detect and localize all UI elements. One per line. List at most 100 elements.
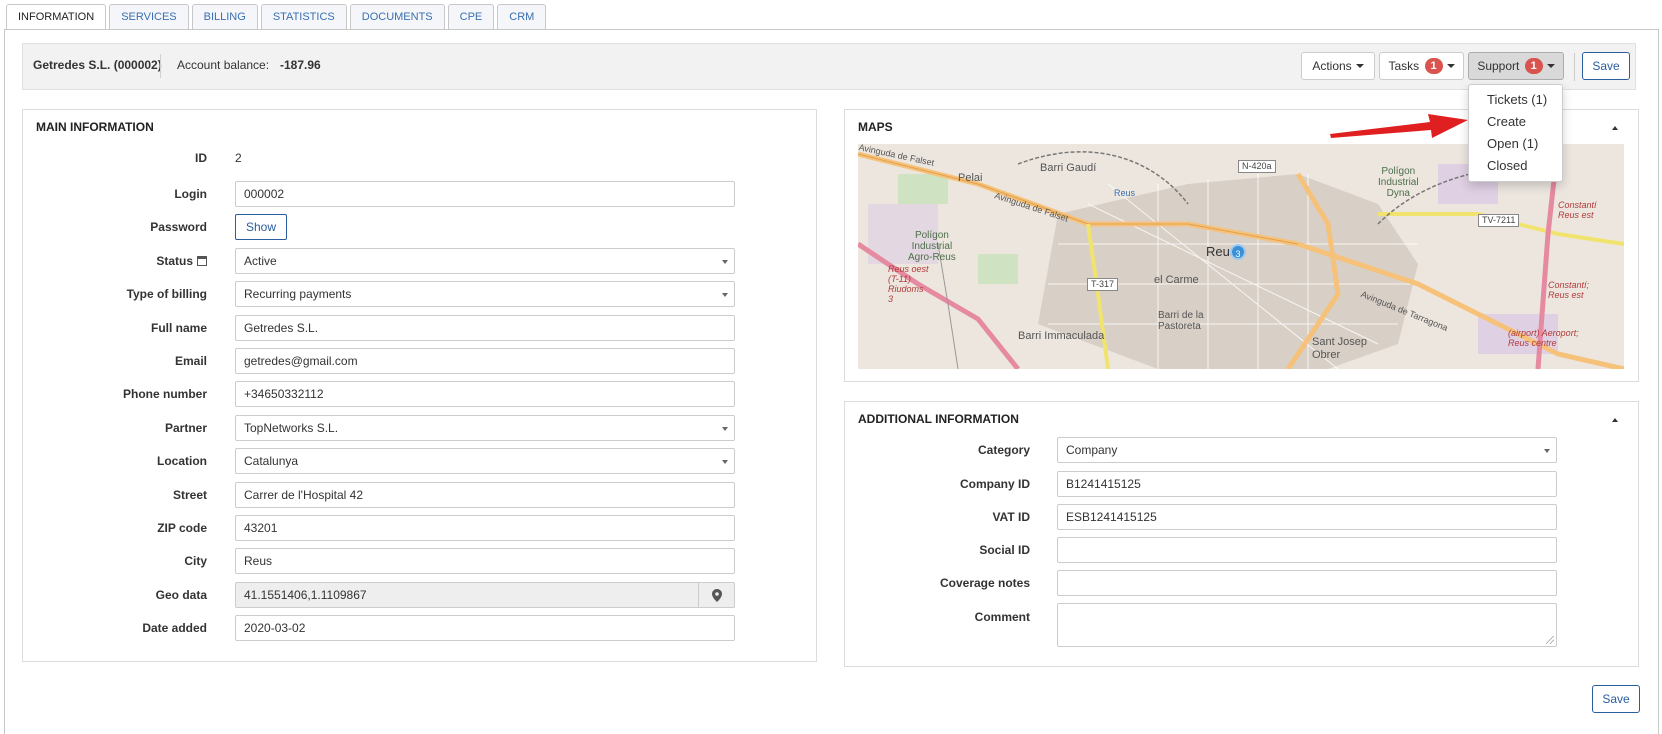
collapse-icon[interactable] [1612,126,1618,130]
map-label-barri-pastoreta: Barri de la Pastoreta [1158,310,1204,332]
main-information-title: MAIN INFORMATION [36,120,154,134]
support-menu-open[interactable]: Open (1) [1469,133,1562,155]
map-label-reus-small: Reus [1114,188,1136,198]
map-label-reus-oest: Reus oest (T-11) Riudoms 3 [888,264,929,304]
collapse-icon[interactable] [1612,418,1618,422]
map-label-sant-josep: Sant Josep Obrer [1312,336,1368,361]
full-name-label: Full name [150,321,207,335]
comment-textarea[interactable] [1057,603,1557,647]
chevron-down-icon [1355,64,1364,68]
coverage-notes-label: Coverage notes [939,576,1030,590]
actions-button-label: Actions [1312,59,1352,73]
map-road-n420a: N-420a [1238,160,1276,173]
chevron-down-icon [722,427,728,431]
location-label: Location [157,454,207,468]
zip-input[interactable]: 43201 [235,515,735,541]
toolbar-divider [1574,53,1575,81]
billing-type-select[interactable]: Recurring payments [235,281,735,307]
show-password-button[interactable]: Show [235,214,288,240]
tab-billing[interactable]: BILLING [191,4,258,29]
map-label-constanti-reus-est-2: Constantí; Reus est [1548,280,1590,300]
map-label-aeroport: (airport) Aeroport; Reus centre [1508,328,1579,348]
calendar-icon[interactable] [197,256,207,266]
header-divider [160,54,161,78]
map-cluster-marker[interactable]: 3 [1230,244,1246,260]
category-value: Company [1066,443,1118,457]
account-name: Getredes S.L. (000002) [33,58,162,72]
email-label: Email [174,354,207,368]
phone-input[interactable]: +34650332112 [235,381,735,407]
support-count-badge: 1 [1524,58,1543,74]
tab-services[interactable]: SERVICES [109,4,189,29]
street-input[interactable]: Carrer de l'Hospital 42 [235,482,735,508]
map-label-barri-immaculada: Barri Immaculada [1018,330,1105,342]
tab-bar: INFORMATION SERVICES BILLING STATISTICS … [6,4,549,30]
map-label-el-carme: el Carme [1154,274,1199,286]
date-added-input[interactable]: 2020-03-02 [235,615,735,641]
balance-value: -187.96 [280,58,321,72]
login-input[interactable]: 000002 [235,181,735,207]
tab-documents[interactable]: DOCUMENTS [349,4,445,29]
vat-id-label: VAT ID [992,510,1030,524]
chevron-down-icon [722,293,728,297]
map-label-pelai: Pelai [958,172,983,184]
social-id-input[interactable] [1057,537,1557,563]
tab-information[interactable]: INFORMATION [6,4,107,30]
zip-label: ZIP code [157,521,207,535]
full-name-input[interactable]: Getredes S.L. [235,315,735,341]
map-label-poligon-dyna: Polígon Industrial Dyna [1378,166,1419,199]
support-menu-closed[interactable]: Closed [1469,155,1562,177]
chevron-down-icon [722,460,728,464]
chevron-down-icon [1546,64,1555,68]
city-label: City [184,554,207,568]
additional-information-title: ADDITIONAL INFORMATION [858,412,1019,426]
support-menu-create[interactable]: Create [1469,111,1562,133]
save-button-top[interactable]: Save [1582,52,1630,80]
company-id-label: Company ID [959,477,1030,491]
city-input[interactable]: Reus [235,548,735,574]
date-added-label: Date added [142,621,207,635]
tasks-button[interactable]: Tasks 1 [1379,52,1464,80]
location-select[interactable]: Catalunya [235,448,735,474]
partner-value: TopNetworks S.L. [244,421,339,435]
partner-label: Partner [164,421,207,435]
vat-id-input[interactable]: ESB1241415125 [1057,504,1557,530]
billing-type-label: Type of billing [126,287,207,301]
map-label-constanti-reus-est: Constantí Reus est [1558,200,1597,220]
comment-label: Comment [974,610,1030,624]
map-road-tv7211: TV-7211 [1478,214,1520,227]
geo-locate-button[interactable] [699,582,735,608]
tab-statistics[interactable]: STATISTICS [260,4,347,29]
tasks-count-badge: 1 [1424,58,1443,74]
billing-type-value: Recurring payments [244,287,352,301]
actions-button[interactable]: Actions [1301,52,1375,80]
chevron-down-icon [1544,449,1550,453]
annotation-arrow-icon [1330,114,1468,138]
map-marker-icon [712,589,722,602]
social-id-label: Social ID [979,543,1030,557]
maps-title: MAPS [858,120,893,134]
balance-label: Account balance: [177,58,270,72]
resize-grip-icon[interactable] [1546,636,1554,644]
status-select-value: Active [244,254,277,268]
chevron-down-icon [722,260,728,264]
company-id-input[interactable]: B1241415125 [1057,471,1557,497]
login-label: Login [174,187,207,201]
id-value: 2 [235,151,242,165]
tab-cpe[interactable]: CPE [447,4,495,29]
status-label-text: Status [156,254,193,268]
partner-select[interactable]: TopNetworks S.L. [235,415,735,441]
coverage-notes-input[interactable] [1057,570,1557,596]
support-dropdown-menu: Tickets (1) Create Open (1) Closed [1468,84,1563,182]
status-select[interactable]: Active [235,248,735,274]
save-button-bottom[interactable]: Save [1592,685,1640,713]
phone-label: Phone number [122,387,207,401]
support-button[interactable]: Support 1 [1468,52,1564,80]
id-label: ID [195,151,207,165]
email-input[interactable]: getredes@gmail.com [235,348,735,374]
support-menu-tickets[interactable]: Tickets (1) [1469,89,1562,111]
location-value: Catalunya [244,454,299,468]
category-select[interactable]: Company [1057,437,1557,463]
street-label: Street [172,488,207,502]
tab-crm[interactable]: CRM [497,4,547,29]
